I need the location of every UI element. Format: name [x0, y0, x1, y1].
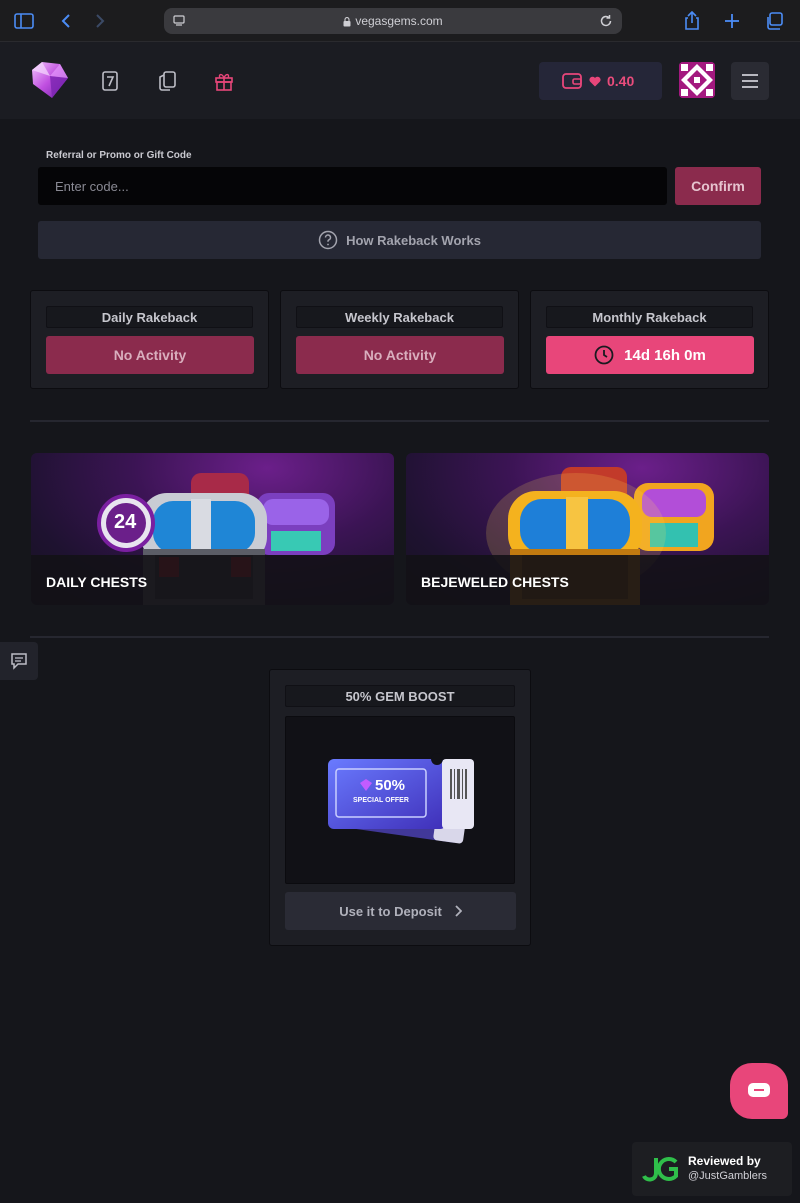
reviewed-by-badge[interactable]: Reviewed by @JustGamblers [632, 1142, 792, 1196]
daily-rakeback-button[interactable]: No Activity [46, 336, 254, 374]
back-icon[interactable] [54, 9, 78, 33]
reload-icon[interactable] [598, 13, 614, 29]
question-circle-icon [318, 230, 338, 250]
rakeback-countdown: 14d 16h 0m [624, 346, 706, 364]
rakeback-title: Weekly Rakeback [296, 306, 503, 328]
timer-24-badge: 24 [114, 511, 137, 533]
sidebar-toggle-icon[interactable] [12, 9, 36, 33]
confirm-button[interactable]: Confirm [675, 167, 761, 205]
feedback-tab[interactable] [0, 642, 38, 680]
how-rakeback-works-button[interactable]: How Rakeback Works [38, 221, 761, 259]
gem-boost-card: 50% GEM BOOST 50% SPECIAL OFFER Use it t… [269, 669, 531, 946]
chat-bubble-icon [11, 653, 27, 670]
daily-rakeback-card: Daily Rakeback No Activity [30, 290, 269, 389]
url-text: vegasgems.com [355, 14, 443, 28]
monthly-rakeback-card: Monthly Rakeback 14d 16h 0m [530, 290, 769, 389]
balance-amount: 0.40 [607, 73, 635, 89]
special-offer-ticket-image: 50% SPECIAL OFFER [285, 716, 515, 884]
bejeweled-chests-banner[interactable]: BEJEWELED CHESTS [406, 453, 769, 605]
monthly-rakeback-button[interactable]: 14d 16h 0m [546, 336, 754, 374]
rakeback-title: Daily Rakeback [46, 306, 253, 328]
lock-icon [343, 17, 351, 27]
rakeback-status: No Activity [363, 347, 437, 363]
code-input[interactable] [38, 167, 667, 205]
forward-icon[interactable] [88, 9, 112, 33]
section-divider [30, 420, 769, 422]
gem-boost-title: 50% GEM BOOST [285, 685, 515, 707]
weekly-rakeback-card: Weekly Rakeback No Activity [280, 290, 519, 389]
share-icon[interactable] [680, 9, 704, 33]
wallet-icon [562, 73, 582, 89]
hamburger-menu-icon[interactable] [731, 62, 769, 100]
wallet-balance[interactable]: 0.40 [539, 62, 662, 100]
cards-icon[interactable] [156, 70, 178, 92]
rakeback-title: Monthly Rakeback [546, 306, 753, 328]
gem-logo-icon[interactable] [30, 60, 70, 100]
live-chat-button[interactable] [730, 1063, 788, 1119]
heart-icon [589, 76, 601, 86]
clock-icon [594, 345, 614, 365]
reviewer-handle: @JustGamblers [688, 1170, 768, 1182]
daily-chests-banner[interactable]: 24 DAILY CHESTS [31, 453, 394, 605]
bejeweled-chests-label: BEJEWELED CHESTS [421, 574, 569, 590]
use-to-deposit-label: Use it to Deposit [339, 903, 442, 919]
avatar[interactable] [679, 62, 715, 98]
daily-chests-label: DAILY CHESTS [46, 574, 148, 590]
slots-seven-icon[interactable] [99, 70, 121, 92]
page-menu-icon[interactable] [172, 14, 186, 28]
jg-logo-icon [642, 1157, 678, 1182]
gift-icon[interactable] [213, 70, 235, 92]
new-tab-icon[interactable] [720, 9, 744, 33]
reviewed-by-text: Reviewed by [688, 1154, 761, 1168]
weekly-rakeback-button[interactable]: No Activity [296, 336, 504, 374]
rakeback-status: No Activity [113, 347, 187, 363]
address-bar[interactable]: vegasgems.com [164, 8, 622, 34]
chevron-right-icon [455, 905, 462, 917]
use-to-deposit-button[interactable]: Use it to Deposit [285, 892, 516, 930]
ticket-percent: 50% [375, 777, 406, 794]
ticket-offer-text: SPECIAL OFFER [353, 797, 409, 804]
section-divider [30, 636, 769, 638]
browser-toolbar: vegasgems.com [0, 0, 800, 42]
site-header: 0.40 [0, 42, 800, 119]
how-rakeback-works-label: How Rakeback Works [346, 232, 481, 248]
code-field-label: Referral or Promo or Gift Code [46, 150, 192, 161]
chat-icon [748, 1083, 770, 1097]
tabs-overview-icon[interactable] [762, 9, 786, 33]
